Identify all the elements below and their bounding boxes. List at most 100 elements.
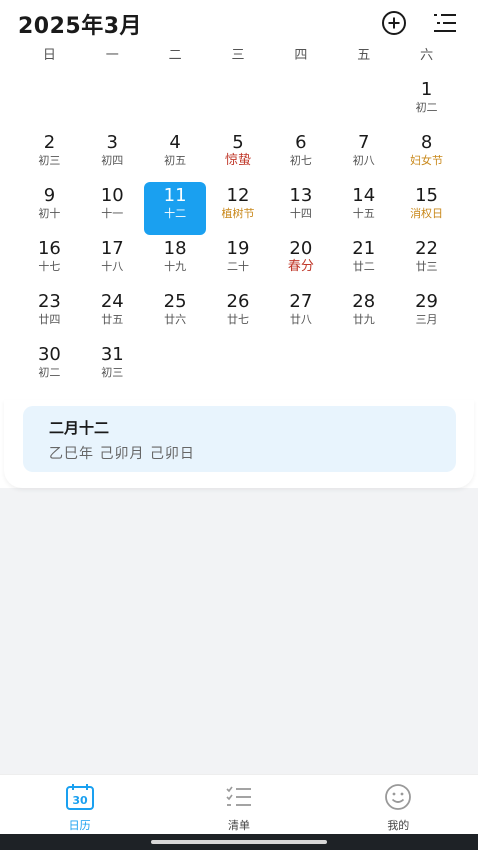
- day-cell[interactable]: 4 初五: [144, 127, 207, 180]
- day-number: 4: [169, 132, 181, 153]
- day-cell[interactable]: 19 二十: [207, 233, 270, 286]
- lunar-day-label: 初十: [38, 207, 61, 220]
- day-cell[interactable]: 21 廿二: [332, 233, 395, 286]
- day-cell[interactable]: 29 三月: [395, 286, 458, 339]
- header: 2025年3月: [0, 0, 478, 44]
- day-cell[interactable]: 17 十八: [81, 233, 144, 286]
- empty-day-cell: [144, 74, 207, 127]
- day-cell[interactable]: 28 廿九: [332, 286, 395, 339]
- selected-date-info-card[interactable]: 二月十二 乙巳年 己卯月 己卯日: [23, 406, 456, 472]
- calendar-icon: 30: [65, 784, 94, 810]
- lunar-day-label: 廿五: [101, 313, 124, 326]
- festival-label: 消权日: [410, 207, 444, 220]
- weekday-label: 四: [294, 48, 308, 63]
- solar-term-label: 春分: [287, 259, 314, 274]
- day-cell[interactable]: 27 廿八: [269, 286, 332, 339]
- day-number: 16: [37, 238, 61, 259]
- weekday-label: 五: [357, 48, 371, 63]
- lunar-day-label: 廿六: [164, 313, 187, 326]
- lunar-day-label: 初七: [289, 154, 312, 167]
- weekday-label: 二: [168, 48, 182, 63]
- lunar-day-label: 廿八: [289, 313, 312, 326]
- empty-day-cell: [207, 74, 270, 127]
- day-cell[interactable]: 16 十七: [18, 233, 81, 286]
- day-number: 6: [295, 132, 307, 153]
- day-cell[interactable]: 9 初十: [18, 180, 81, 233]
- smiley-icon: [385, 784, 412, 810]
- day-cell[interactable]: 18 十九: [144, 233, 207, 286]
- lunar-day-label: 廿九: [352, 313, 375, 326]
- day-number: 24: [100, 291, 124, 312]
- day-number: 8: [420, 132, 433, 153]
- day-cell[interactable]: 31 初三: [81, 339, 144, 392]
- lunar-day-label: 三月: [415, 313, 438, 326]
- day-cell[interactable]: 10 十一: [81, 180, 144, 233]
- day-cell[interactable]: 22 廿三: [395, 233, 458, 286]
- lunar-day-label: 廿四: [38, 313, 61, 326]
- day-cell[interactable]: 13 十四: [269, 180, 332, 233]
- weekday-header-row: 日一二三四五六: [18, 44, 458, 64]
- day-cell[interactable]: 23 廿四: [18, 286, 81, 339]
- tab-profile[interactable]: 我的: [319, 775, 478, 835]
- day-number: 21: [352, 238, 376, 259]
- solar-term-label: 惊蛰: [224, 153, 251, 168]
- tab-calendar[interactable]: 30 日历: [0, 775, 159, 835]
- day-cell[interactable]: 2 初三: [18, 127, 81, 180]
- tab-label: 我的: [387, 819, 410, 832]
- day-number: 2: [43, 132, 56, 153]
- system-navigation-bar: [0, 834, 478, 850]
- month-title[interactable]: 2025年3月: [18, 8, 142, 40]
- day-number: 30: [37, 344, 61, 365]
- lunar-day-label: 十五: [352, 207, 375, 220]
- day-number: 26: [226, 291, 250, 312]
- day-cell[interactable]: 7 初八: [332, 127, 395, 180]
- day-cell[interactable]: 8 妇女节: [395, 127, 458, 180]
- empty-day-cell: [18, 74, 81, 127]
- day-number: 20: [289, 238, 313, 259]
- day-cell[interactable]: 5 惊蛰: [207, 127, 270, 180]
- lunar-day-label: 初三: [101, 366, 124, 379]
- calendar-screen: 2025年3月 日一二三四五六 1 初二 2 初三 3 初四 4 初五 5 惊蛰 6 初七 7 初八 8 妇女…: [0, 0, 478, 850]
- list-menu-icon[interactable]: [432, 10, 458, 36]
- lunar-day-label: 十四: [289, 207, 312, 220]
- day-number: 22: [415, 238, 439, 259]
- day-cell[interactable]: 20 春分: [269, 233, 332, 286]
- weekday-label: 一: [105, 48, 119, 63]
- home-indicator[interactable]: [151, 840, 327, 844]
- day-cell[interactable]: 1 初二: [395, 74, 458, 127]
- lunar-day-label: 廿三: [415, 260, 438, 273]
- day-cell[interactable]: 6 初七: [269, 127, 332, 180]
- day-cell[interactable]: 30 初二: [18, 339, 81, 392]
- day-cell[interactable]: 3 初四: [81, 127, 144, 180]
- day-number: 28: [352, 291, 376, 312]
- day-cell-selected[interactable]: 11 十二: [144, 180, 207, 235]
- lunar-day-label: 初三: [38, 154, 61, 167]
- weekday-label: 日: [42, 48, 56, 63]
- day-number: 31: [100, 344, 124, 365]
- svg-text:30: 30: [72, 794, 88, 807]
- tab-checklist[interactable]: 清单: [159, 775, 318, 835]
- day-number: 14: [352, 185, 376, 206]
- day-cell[interactable]: 15 消权日: [395, 180, 458, 233]
- weekday-label: 六: [420, 48, 434, 63]
- day-cell[interactable]: 14 十五: [332, 180, 395, 233]
- day-number: 23: [37, 291, 61, 312]
- day-number: 10: [100, 185, 124, 206]
- tab-label: 日历: [68, 819, 91, 832]
- empty-day-cell: [332, 74, 395, 127]
- lunar-day-label: 二十: [226, 260, 249, 273]
- lunar-day-label: 十八: [101, 260, 124, 273]
- lunar-day-label: 初二: [38, 366, 61, 379]
- empty-day-cell: [269, 74, 332, 127]
- day-number: 15: [415, 185, 439, 206]
- lunar-day-label: 十二: [164, 207, 187, 220]
- day-cell[interactable]: 26 廿七: [207, 286, 270, 339]
- plus-circle-icon[interactable]: [381, 10, 407, 36]
- day-number: 7: [357, 132, 370, 153]
- day-number: 13: [289, 185, 313, 206]
- day-cell[interactable]: 24 廿五: [81, 286, 144, 339]
- day-cell[interactable]: 25 廿六: [144, 286, 207, 339]
- tab-label: 清单: [227, 819, 250, 832]
- day-cell[interactable]: 12 植树节: [207, 180, 270, 233]
- lunar-day-label: 十九: [164, 260, 187, 273]
